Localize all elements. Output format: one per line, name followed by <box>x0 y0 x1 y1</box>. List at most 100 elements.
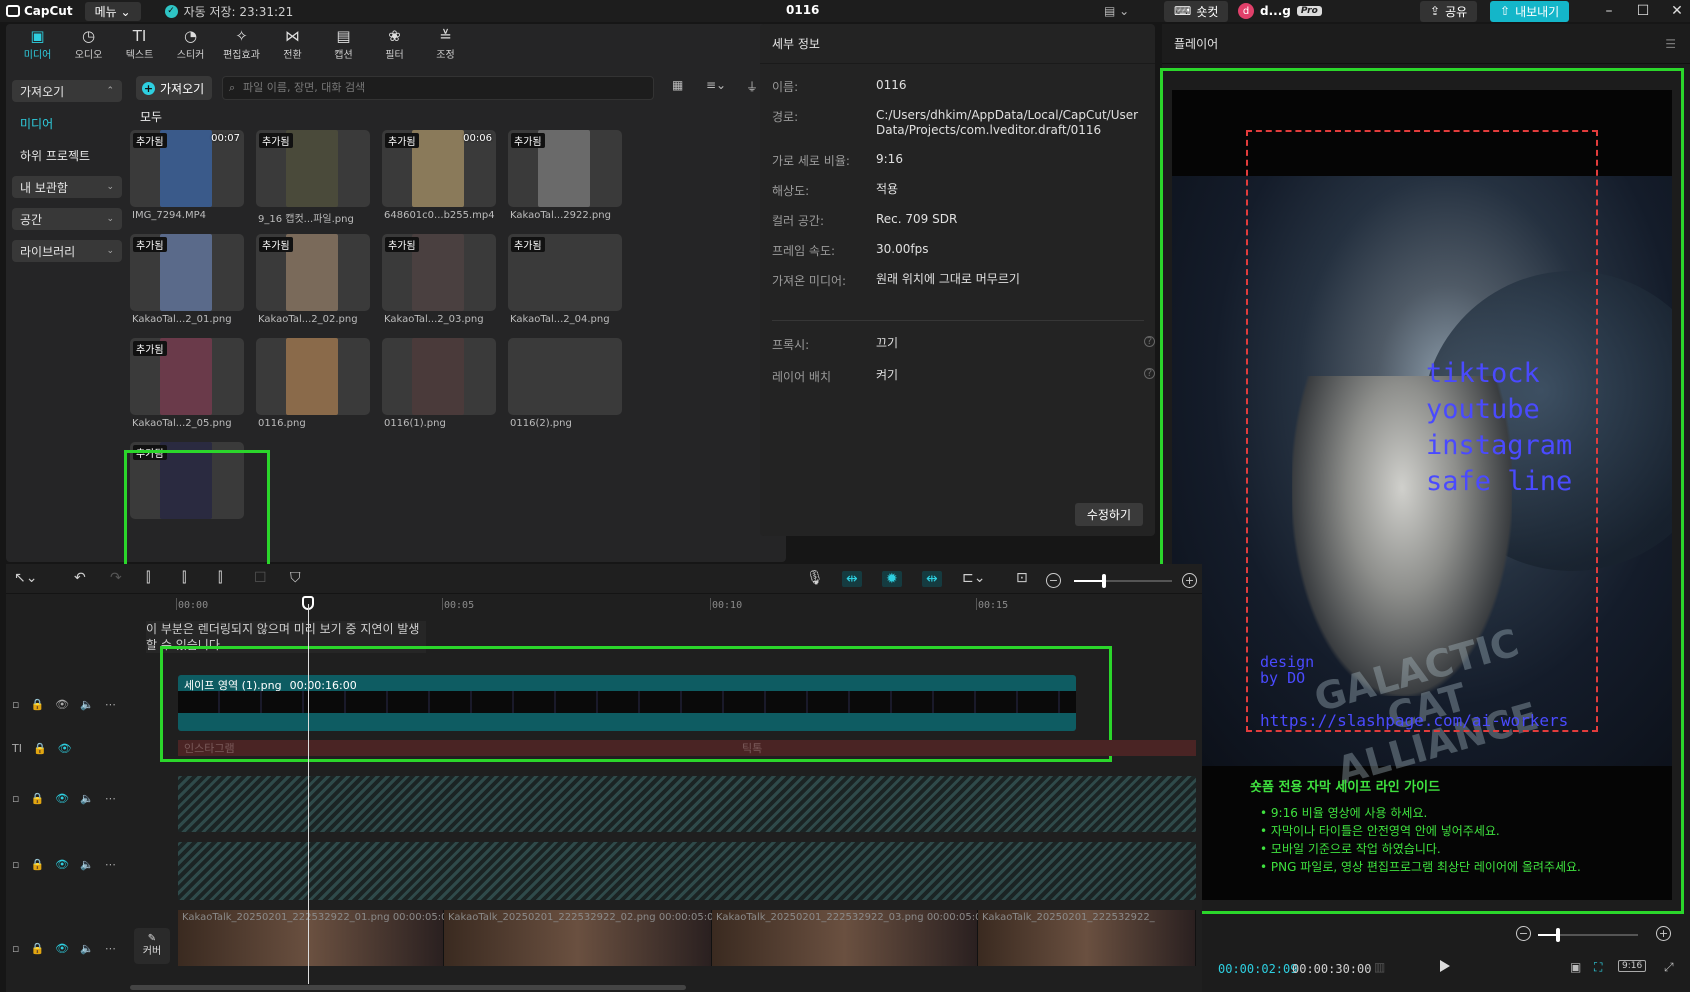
eye-icon[interactable]: 👁 <box>55 698 69 711</box>
hamburger-icon[interactable]: ☰ <box>1665 24 1676 64</box>
crop-icon[interactable]: ⛶ <box>1594 960 1602 975</box>
help-icon[interactable]: ? <box>1144 336 1155 347</box>
tab-0[interactable]: ▣ 미디어 <box>12 24 63 64</box>
overlay-track-clip[interactable] <box>178 776 1196 832</box>
sort-icon[interactable]: ≡⌄ <box>706 78 726 92</box>
tab-8[interactable]: ≚ 조정 <box>420 24 471 64</box>
delete-icon[interactable]: ☐ <box>254 570 267 586</box>
split-right-icon[interactable]: ⫿ <box>218 570 222 586</box>
close-icon[interactable]: ✕ <box>1660 3 1690 19</box>
search-input[interactable]: ⌕ 파일 이름, 장면, 대화 검색 <box>222 76 654 100</box>
maximize-icon[interactable]: ☐ <box>1626 3 1660 19</box>
more-icon[interactable]: ⋯ <box>105 698 116 711</box>
sidebar-item-0[interactable]: 가져오기 ⌃ <box>12 80 122 102</box>
share-button[interactable]: ⇪ 공유 <box>1420 0 1478 22</box>
speaker-icon[interactable]: 🔈 <box>80 792 94 805</box>
tab-7[interactable]: ❀ 필터 <box>369 24 420 64</box>
menu-button[interactable]: 메뉴 ⌄ <box>84 1 141 21</box>
media-thumbnail[interactable]: 추가됨 <box>256 130 370 207</box>
tab-2[interactable]: TI 텍스트 <box>114 24 165 64</box>
tab-3[interactable]: ◔ 스티커 <box>165 24 216 64</box>
more-icon[interactable]: ⋯ <box>105 792 116 805</box>
lock-icon[interactable]: 🔒 <box>30 698 44 711</box>
timeline-zoom-in-icon[interactable]: + <box>1182 573 1197 588</box>
marker-icon[interactable]: ⛉ <box>290 570 301 586</box>
ratio-badge[interactable]: 9:16 <box>1618 960 1647 972</box>
minimize-icon[interactable]: – <box>1592 3 1626 19</box>
tab-5[interactable]: ⋈ 전환 <box>267 24 318 64</box>
microphone-icon[interactable]: 🎙 <box>806 570 824 586</box>
grid-view-icon[interactable]: ▦ <box>672 78 683 92</box>
media-thumbnail[interactable] <box>508 338 622 415</box>
timeline-zoom-out-icon[interactable]: − <box>1046 573 1061 588</box>
export-button[interactable]: ⇧ 내보내기 <box>1490 0 1570 22</box>
eye-icon[interactable]: 👁 <box>55 792 69 805</box>
redo-icon[interactable]: ↷ <box>110 570 122 586</box>
sidebar-item-5[interactable]: 라이브러리 ⌄ <box>12 240 122 262</box>
playhead[interactable] <box>308 604 309 984</box>
main-track-clip[interactable]: KakaoTalk_20250201_222532922_ <box>978 910 1196 966</box>
media-thumbnail[interactable] <box>256 338 370 415</box>
main-track-magnet-icon[interactable]: ⇹ <box>842 571 862 587</box>
main-track-clip[interactable]: KakaoTalk_20250201_222532922_01.png 00:0… <box>178 910 454 966</box>
fit-icon[interactable]: ▣ <box>1570 960 1581 974</box>
help-icon[interactable]: ? <box>1144 368 1155 379</box>
media-thumbnail[interactable]: 추가됨 00:06 <box>382 130 496 207</box>
speaker-icon[interactable]: 🔈 <box>80 942 94 955</box>
lock-icon[interactable]: 🔒 <box>30 942 44 955</box>
tab-6[interactable]: ▤ 캡션 <box>318 24 369 64</box>
zoom-out-icon[interactable]: − <box>1516 926 1531 941</box>
more-icon[interactable]: ⋯ <box>105 858 116 871</box>
media-thumbnail[interactable]: 추가됨 <box>130 234 244 311</box>
undo-icon[interactable]: ↶ <box>74 570 86 586</box>
main-track[interactable]: KakaoTalk_20250201_222532922_01.png 00:0… <box>178 910 1196 966</box>
media-thumbnail[interactable]: 추가됨 <box>382 234 496 311</box>
media-thumbnail[interactable]: 추가됨 <box>508 130 622 207</box>
speaker-icon[interactable]: 🔈 <box>80 858 94 871</box>
lock-icon[interactable]: 🔒 <box>33 742 47 755</box>
lock-icon[interactable]: 🔒 <box>30 792 44 805</box>
eye-icon[interactable]: 👁 <box>58 742 72 755</box>
tab-4[interactable]: ✧ 편집효과 <box>216 24 267 64</box>
split-left-icon[interactable]: ⫿ <box>182 570 186 586</box>
timeline-zoom-handle[interactable] <box>1102 574 1106 588</box>
import-button[interactable]: + 가져오기 <box>136 76 212 100</box>
text-track-clip[interactable]: 인스타그램 틱톡 <box>178 740 1196 756</box>
main-track-clip[interactable]: KakaoTalk_20250201_222532922_03.png 00:0… <box>712 910 988 966</box>
preview-axis-icon[interactable]: ⊏⌄ <box>962 570 985 586</box>
sidebar-item-2[interactable]: 하위 프로젝트 <box>12 144 122 166</box>
fit-timeline-icon[interactable]: ⊡ <box>1016 570 1028 586</box>
player-zoom-handle[interactable] <box>1556 928 1560 942</box>
play-icon[interactable] <box>1440 960 1450 972</box>
ruler-label: 00:00 <box>178 600 209 611</box>
lock-icon[interactable]: 🔒 <box>30 858 44 871</box>
more-icon[interactable]: ⋯ <box>105 942 116 955</box>
sidebar-item-3[interactable]: 내 보관함 ⌄ <box>12 176 122 198</box>
main-track-clip[interactable]: KakaoTalk_20250201_222532922_02.png 00:0… <box>444 910 720 966</box>
shortcut-button[interactable]: ⌨ 숏컷 <box>1164 0 1229 22</box>
edit-button[interactable]: 수정하기 <box>1074 503 1143 526</box>
layout-icon[interactable]: ▤ ⌄ <box>1104 0 1129 22</box>
link-icon[interactable]: ⇹ <box>922 571 942 587</box>
zoom-in-icon[interactable]: + <box>1656 926 1671 941</box>
media-thumbnail[interactable] <box>382 338 496 415</box>
timeline-scrollbar[interactable] <box>130 985 686 990</box>
auto-snap-icon[interactable]: ✹ <box>882 571 902 587</box>
eye-icon[interactable]: 👁 <box>55 942 69 955</box>
select-tool-icon[interactable]: ↖⌄ <box>14 570 37 586</box>
media-thumbnail[interactable]: 추가됨 00:07 <box>130 130 244 207</box>
fullscreen-icon[interactable]: ⤢ <box>1664 960 1674 975</box>
tab-1[interactable]: ◷ 오디오 <box>63 24 114 64</box>
eye-icon[interactable]: 👁 <box>55 858 69 871</box>
cover-button[interactable]: ✎ 커버 <box>134 928 170 964</box>
media-thumbnail[interactable]: 추가됨 <box>130 338 244 415</box>
sidebar-item-4[interactable]: 공간 ⌄ <box>12 208 122 230</box>
user-account[interactable]: d d...g Pro <box>1238 0 1322 22</box>
media-thumbnail[interactable]: 추가됨 <box>256 234 370 311</box>
media-thumbnail[interactable]: 추가됨 <box>508 234 622 311</box>
highlight-box-player <box>1160 68 1684 914</box>
split-icon[interactable]: ⫿ <box>146 570 150 586</box>
sidebar-item-1[interactable]: 미디어 <box>12 112 122 134</box>
overlay-track-clip[interactable] <box>178 842 1196 900</box>
speaker-icon[interactable]: 🔈 <box>80 698 94 711</box>
